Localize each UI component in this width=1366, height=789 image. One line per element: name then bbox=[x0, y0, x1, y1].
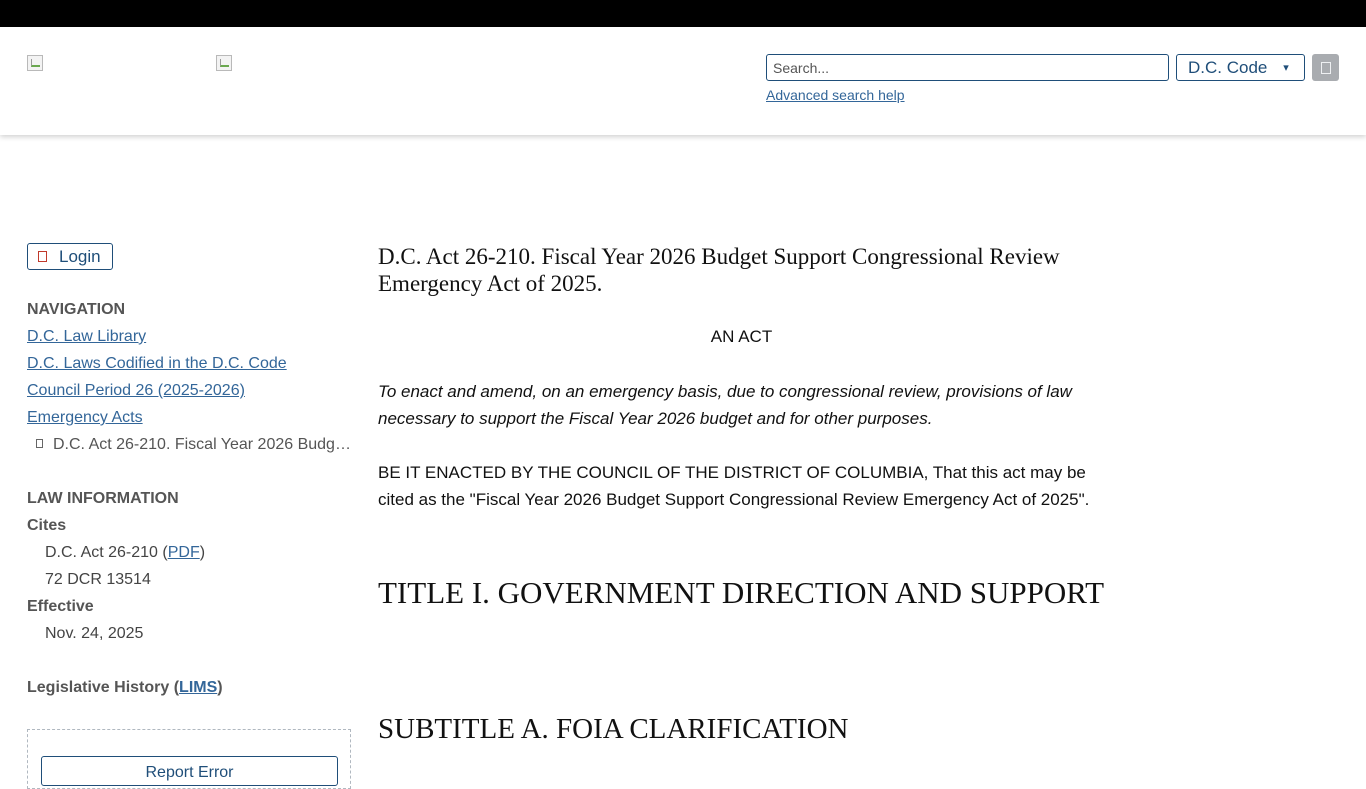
nav-link-dc-laws-codified[interactable]: D.C. Laws Codified in the D.C. Code bbox=[27, 354, 287, 374]
nav-link-emergency-acts[interactable]: Emergency Acts bbox=[27, 408, 143, 428]
nav-link-dc-law-library[interactable]: D.C. Law Library bbox=[27, 327, 146, 347]
law-information-heading: LAW INFORMATION bbox=[27, 490, 179, 507]
legislative-history-label: Legislative History ( bbox=[27, 679, 180, 696]
search-icon bbox=[1320, 61, 1331, 74]
cites-label: Cites bbox=[27, 517, 67, 534]
login-label: Login bbox=[59, 246, 101, 266]
advanced-search-help-link[interactable]: Advanced search help bbox=[766, 87, 905, 103]
search-scope-dropdown[interactable]: D.C. Code ▾ bbox=[1176, 54, 1305, 81]
legislative-history-suffix: ) bbox=[217, 679, 223, 696]
an-act-label: AN ACT bbox=[710, 327, 773, 346]
effective-date: Nov. 24, 2025 bbox=[45, 625, 144, 642]
search-button[interactable] bbox=[1312, 54, 1339, 81]
search-scope-label: D.C. Code bbox=[1188, 57, 1268, 77]
cite-dcr: 72 DCR 13514 bbox=[45, 571, 151, 588]
effective-label: Effective bbox=[27, 598, 94, 615]
secondary-logo-broken-image-icon[interactable] bbox=[216, 55, 232, 71]
site-logo-broken-image-icon[interactable] bbox=[27, 55, 43, 71]
report-error-panel: Report Error bbox=[27, 729, 351, 789]
cite-pdf-link[interactable]: PDF bbox=[168, 544, 200, 561]
lims-link[interactable]: LIMS bbox=[179, 679, 217, 696]
act-title: D.C. Act 26-210. Fiscal Year 2026 Budget… bbox=[378, 244, 1060, 296]
navigation-heading: NAVIGATION bbox=[27, 301, 126, 318]
login-button[interactable]: Login bbox=[27, 243, 113, 270]
report-error-button[interactable]: Report Error bbox=[41, 756, 338, 786]
site-header: D.C. Code ▾ Advanced search help bbox=[0, 27, 1366, 135]
chevron-down-icon: ▾ bbox=[1283, 62, 1289, 74]
search-input[interactable] bbox=[766, 54, 1169, 81]
legislative-history: Legislative History (LIMS) bbox=[27, 678, 223, 698]
nav-link-council-period-26[interactable]: Council Period 26 (2025-2026) bbox=[27, 381, 245, 401]
subtitle-heading: SUBTITLE A. FOIA CLARIFICATION bbox=[378, 713, 849, 745]
title-heading: TITLE I. GOVERNMENT DIRECTION AND SUPPOR… bbox=[378, 575, 1105, 610]
cite-act-text: D.C. Act 26-210 ( bbox=[45, 544, 168, 561]
nav-current-item: D.C. Act 26-210. Fiscal Year 2026 Budget… bbox=[36, 435, 354, 455]
top-bar bbox=[0, 0, 1366, 27]
nav-current-label: D.C. Act 26-210. Fiscal Year 2026 Budget… bbox=[53, 436, 354, 453]
cite-act: D.C. Act 26-210 (PDF) bbox=[45, 543, 205, 563]
bullet-icon bbox=[36, 439, 43, 448]
act-purpose: To enact and amend, on an emergency basi… bbox=[378, 382, 1072, 428]
enacting-clause: BE IT ENACTED BY THE COUNCIL OF THE DIST… bbox=[378, 463, 1090, 509]
cite-act-suffix: ) bbox=[199, 544, 206, 561]
login-icon bbox=[38, 251, 47, 262]
